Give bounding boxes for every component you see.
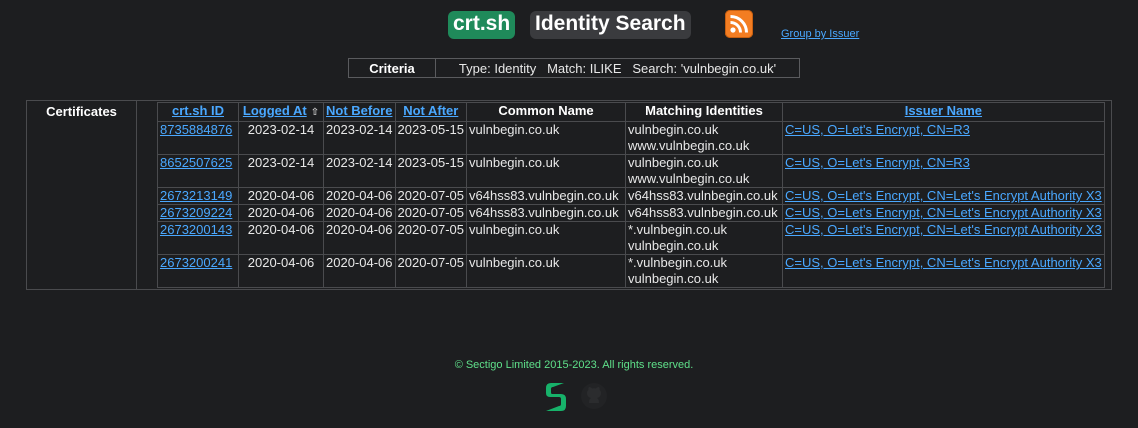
column-issuer-name[interactable]: Issuer Name [782,102,1105,122]
cell-id[interactable]: 2673213149 [157,187,239,205]
crtsh-logo[interactable]: crt.sh [448,11,516,39]
table-row: 2673200241 2020-04-06 2020-04-06 2020-07… [157,254,1105,288]
cell-not-after: 2020-07-05 [394,204,467,222]
cell-not-after: 2023-05-15 [394,121,467,155]
cell-id[interactable]: 2673200241 [157,254,239,288]
identity-line: *.vulnbegin.co.uk [628,255,728,270]
cert-id-link[interactable]: 2673213149 [160,188,232,203]
identity-line: v64hss83.vulnbegin.co.uk [628,188,778,203]
cell-matching-identities: *.vulnbegin.co.uk vulnbegin.co.uk [625,254,783,288]
cell-id[interactable]: 8735884876 [157,121,239,155]
sort-link-crtsh-id[interactable]: crt.sh ID [172,103,224,118]
sort-link-not-before[interactable]: Not Before [326,103,392,118]
cell-logged-at: 2020-04-06 [238,204,324,222]
rss-feed-icon[interactable] [725,10,753,38]
cell-not-after: 2023-05-15 [394,154,467,188]
cell-not-after: 2020-07-05 [394,187,467,205]
table-row: 2673200143 2020-04-06 2020-04-06 2020-07… [157,221,1105,255]
panel-divider [136,101,137,289]
cell-issuer[interactable]: C=US, O=Let's Encrypt, CN=R3 [782,121,1105,155]
issuer-link[interactable]: C=US, O=Let's Encrypt, CN=Let's Encrypt … [785,205,1102,220]
cell-issuer[interactable]: C=US, O=Let's Encrypt, CN=Let's Encrypt … [782,221,1105,255]
column-logged-at[interactable]: Logged At ⇧ [238,102,324,122]
page: crt.sh Identity Search Group by Issuer C… [0,0,1138,428]
cell-matching-identities: v64hss83.vulnbegin.co.uk [625,204,783,222]
sectigo-logo-icon[interactable] [543,380,569,414]
cert-id-link[interactable]: 8652507625 [160,155,232,170]
cert-id-link[interactable]: 2673200241 [160,255,232,270]
issuer-link[interactable]: C=US, O=Let's Encrypt, CN=R3 [785,122,970,137]
column-crtsh-id[interactable]: crt.sh ID [157,102,239,122]
table-row: 2673213149 2020-04-06 2020-04-06 2020-07… [157,187,1105,205]
cell-issuer[interactable]: C=US, O=Let's Encrypt, CN=R3 [782,154,1105,188]
cell-common-name: vulnbegin.co.uk [466,121,626,155]
identity-line: vulnbegin.co.uk [628,155,719,170]
cert-id-link[interactable]: 2673200143 [160,222,232,237]
identity-line: *.vulnbegin.co.uk [628,222,728,237]
cell-logged-at: 2023-02-14 [238,121,324,155]
criteria-label: Criteria [349,59,436,77]
cell-issuer[interactable]: C=US, O=Let's Encrypt, CN=Let's Encrypt … [782,254,1105,288]
sort-up-icon: ⇧ [310,107,320,118]
sort-link-issuer-name[interactable]: Issuer Name [905,103,982,118]
identity-line: vulnbegin.co.uk [628,271,719,286]
cell-logged-at: 2020-04-06 [238,221,324,255]
identity-line: v64hss83.vulnbegin.co.uk [628,205,778,220]
cell-not-after: 2020-07-05 [394,254,467,288]
criteria-value: Type: Identity Match: ILIKE Search: 'vul… [458,61,777,76]
issuer-link[interactable]: C=US, O=Let's Encrypt, CN=Let's Encrypt … [785,222,1102,237]
cell-issuer[interactable]: C=US, O=Let's Encrypt, CN=Let's Encrypt … [782,204,1105,222]
identity-line: vulnbegin.co.uk [628,122,719,137]
identity-line: vulnbegin.co.uk [628,238,719,253]
cell-id[interactable]: 2673209224 [157,204,239,222]
github-icon[interactable] [580,382,608,410]
cell-matching-identities: v64hss83.vulnbegin.co.uk [625,187,783,205]
issuer-link[interactable]: C=US, O=Let's Encrypt, CN=Let's Encrypt … [785,255,1102,270]
certificates-label: Certificates [46,104,117,119]
cell-not-before: 2020-04-06 [323,221,396,255]
cell-id[interactable]: 2673200143 [157,221,239,255]
cell-not-after: 2020-07-05 [394,221,467,255]
cell-not-before: 2020-04-06 [323,187,396,205]
copyright-text: © Sectigo Limited 2015-2023. All rights … [454,359,694,371]
criteria-box: Criteria Type: Identity Match: ILIKE Sea… [348,58,800,78]
table-row: 8735884876 2023-02-14 2023-02-14 2023-05… [157,121,1105,155]
identity-line: www.vulnbegin.co.uk [628,138,750,153]
cell-logged-at: 2020-04-06 [238,187,324,205]
cell-not-before: 2023-02-14 [323,154,396,188]
cell-not-before: 2020-04-06 [323,204,396,222]
cell-logged-at: 2020-04-06 [238,254,324,288]
cell-matching-identities: vulnbegin.co.uk www.vulnbegin.co.uk [625,121,783,155]
issuer-link[interactable]: C=US, O=Let's Encrypt, CN=R3 [785,155,970,170]
cell-common-name: v64hss83.vulnbegin.co.uk [466,204,626,222]
table-row: 8652507625 2023-02-14 2023-02-14 2023-05… [157,154,1105,188]
cell-common-name: vulnbegin.co.uk [466,254,626,288]
column-not-before[interactable]: Not Before [323,102,396,122]
column-not-after[interactable]: Not After [394,102,467,122]
page-title: Identity Search [530,11,691,39]
sort-link-not-after[interactable]: Not After [403,103,458,118]
issuer-link[interactable]: C=US, O=Let's Encrypt, CN=Let's Encrypt … [785,188,1102,203]
cell-matching-identities: vulnbegin.co.uk www.vulnbegin.co.uk [625,154,783,188]
cell-common-name: vulnbegin.co.uk [466,154,626,188]
cell-matching-identities: *.vulnbegin.co.uk vulnbegin.co.uk [625,221,783,255]
sort-link-logged-at[interactable]: Logged At [243,103,307,118]
cert-id-link[interactable]: 8735884876 [160,122,232,137]
column-common-name: Common Name [466,102,626,122]
table-header-row: crt.sh ID Logged At ⇧ Not Before Not Afte… [157,102,1105,122]
cell-not-before: 2020-04-06 [323,254,396,288]
cell-common-name: vulnbegin.co.uk [466,221,626,255]
cell-id[interactable]: 8652507625 [157,154,239,188]
cell-logged-at: 2023-02-14 [238,154,324,188]
table-row: 2673209224 2020-04-06 2020-04-06 2020-07… [157,204,1105,222]
certificates-table: crt.sh ID Logged At ⇧ Not Before Not Afte… [157,102,1105,288]
cell-common-name: v64hss83.vulnbegin.co.uk [466,187,626,205]
cell-issuer[interactable]: C=US, O=Let's Encrypt, CN=Let's Encrypt … [782,187,1105,205]
cell-not-before: 2023-02-14 [323,121,396,155]
group-by-issuer-link[interactable]: Group by Issuer [781,28,859,40]
column-matching-identities: Matching Identities [625,102,783,122]
identity-line: www.vulnbegin.co.uk [628,171,750,186]
cert-id-link[interactable]: 2673209224 [160,205,232,220]
